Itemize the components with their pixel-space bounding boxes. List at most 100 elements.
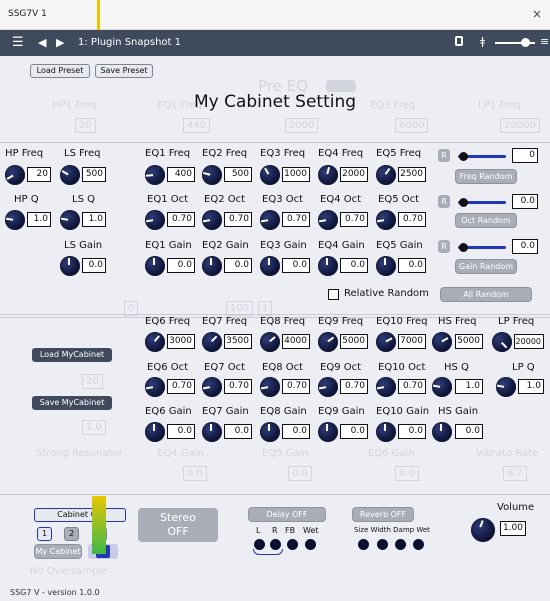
eq8-freq-value[interactable]: 4000	[282, 334, 310, 349]
eq9-oct-value[interactable]: 0.70	[340, 379, 368, 394]
ls-q-knob[interactable]	[60, 210, 80, 230]
eq10-gain-knob[interactable]	[376, 422, 396, 442]
eq2-gain-value[interactable]: 0.0	[224, 258, 252, 273]
eq4-oct-knob[interactable]	[318, 210, 338, 230]
gain-random-toggle[interactable]: R	[438, 240, 450, 253]
save-mycabinet-button[interactable]: Save MyCabinet	[32, 396, 112, 410]
close-icon[interactable]: ×	[532, 7, 542, 21]
eq3-oct-value[interactable]: 0.70	[282, 212, 310, 227]
eq10-oct-knob[interactable]	[376, 377, 396, 397]
hs-freq-value[interactable]: 5000	[455, 334, 483, 349]
eq7-freq-value[interactable]: 3500	[224, 334, 252, 349]
freq-random-thumb[interactable]	[459, 152, 468, 161]
ls-freq-value[interactable]: 500	[82, 167, 106, 182]
lp-q-knob[interactable]	[496, 377, 516, 397]
stereo-toggle-button[interactable]: Stereo OFF	[138, 508, 218, 542]
eq6-gain-knob[interactable]	[145, 422, 165, 442]
eq4-freq-knob[interactable]	[318, 165, 338, 185]
settings-sliders-icon[interactable]: ☰	[12, 35, 24, 50]
eq7-gain-knob[interactable]	[202, 422, 222, 442]
gain-random-button[interactable]: Gain Random	[455, 259, 517, 274]
eq6-freq-value[interactable]: 3000	[167, 334, 195, 349]
hs-q-value[interactable]: 1.0	[455, 379, 483, 394]
eq3-gain-value[interactable]: 0.0	[282, 258, 310, 273]
reverb-width-knob[interactable]	[377, 539, 388, 550]
eq4-gain-value[interactable]: 0.0	[340, 258, 368, 273]
eq3-gain-knob[interactable]	[260, 256, 280, 276]
eq10-oct-value[interactable]: 0.70	[398, 379, 426, 394]
hs-freq-knob[interactable]	[432, 332, 452, 352]
cabinet-on-button[interactable]: Cabinet ON	[34, 508, 126, 522]
eq8-oct-knob[interactable]	[260, 377, 280, 397]
eq3-freq-knob[interactable]	[260, 165, 280, 185]
eq8-oct-value[interactable]: 0.70	[282, 379, 310, 394]
eq9-gain-value[interactable]: 0.0	[340, 424, 368, 439]
eq1-freq-knob[interactable]	[145, 165, 165, 185]
gain-random-thumb[interactable]	[459, 243, 468, 252]
eq5-freq-value[interactable]: 2500	[398, 167, 426, 182]
tuning-fork-icon[interactable]: ǂ	[480, 35, 485, 48]
eq2-oct-value[interactable]: 0.70	[224, 212, 252, 227]
eq6-oct-value[interactable]: 0.70	[167, 379, 195, 394]
freq-random-button[interactable]: Freq Random	[455, 169, 517, 184]
delay-toggle-button[interactable]: Delay OFF	[248, 507, 326, 522]
eq9-freq-knob[interactable]	[318, 332, 338, 352]
eq8-gain-value[interactable]: 0.0	[282, 424, 310, 439]
eq1-oct-knob[interactable]	[145, 210, 165, 230]
eq9-freq-value[interactable]: 5000	[340, 334, 368, 349]
lock-icon[interactable]	[455, 36, 463, 46]
ls-gain-knob[interactable]	[60, 256, 80, 276]
host-volume-thumb[interactable]	[521, 38, 530, 47]
eq2-gain-knob[interactable]	[202, 256, 222, 276]
eq3-oct-knob[interactable]	[260, 210, 280, 230]
eq7-gain-value[interactable]: 0.0	[224, 424, 252, 439]
gain-random-value[interactable]: 0.0	[512, 239, 538, 254]
next-snapshot-icon[interactable]: ▶	[56, 36, 64, 49]
eq2-freq-knob[interactable]	[202, 165, 222, 185]
freq-random-value[interactable]: 0	[512, 148, 538, 163]
all-random-button[interactable]: All Random	[440, 287, 532, 302]
eq3-freq-value[interactable]: 1000	[282, 167, 310, 182]
eq2-freq-value[interactable]: 500	[224, 167, 252, 182]
eq9-gain-knob[interactable]	[318, 422, 338, 442]
eq7-freq-knob[interactable]	[202, 332, 222, 352]
eq7-oct-value[interactable]: 0.70	[224, 379, 252, 394]
oct-random-toggle[interactable]: R	[438, 195, 450, 208]
ls-freq-knob[interactable]	[60, 165, 80, 185]
eq8-gain-knob[interactable]	[260, 422, 280, 442]
snapshot-name[interactable]: 1: Plugin Snapshot 1	[78, 37, 181, 48]
eq1-gain-knob[interactable]	[145, 256, 165, 276]
eq10-freq-value[interactable]: 7000	[398, 334, 426, 349]
hs-gain-knob[interactable]	[432, 422, 452, 442]
eq5-gain-value[interactable]: 0.0	[398, 258, 426, 273]
eq7-oct-knob[interactable]	[202, 377, 222, 397]
reverb-toggle-button[interactable]: Reverb OFF	[352, 507, 414, 522]
eq5-oct-knob[interactable]	[376, 210, 396, 230]
volume-knob[interactable]	[471, 518, 495, 542]
eq6-freq-knob[interactable]	[145, 332, 165, 352]
eq4-gain-knob[interactable]	[318, 256, 338, 276]
load-mycabinet-button[interactable]: Load MyCabinet	[32, 348, 112, 362]
oct-random-button[interactable]: Oct Random	[455, 213, 517, 228]
save-preset-button[interactable]: Save Preset	[95, 64, 153, 78]
oct-random-value[interactable]: 0.0	[512, 194, 538, 209]
eq1-oct-value[interactable]: 0.70	[167, 212, 195, 227]
pre-eq-toggle[interactable]	[326, 80, 356, 92]
ls-gain-value[interactable]: 0.0	[82, 258, 106, 273]
hs-gain-value[interactable]: 0.0	[455, 424, 483, 439]
eq5-freq-knob[interactable]	[376, 165, 396, 185]
eq10-freq-knob[interactable]	[376, 332, 396, 352]
lp-freq-knob[interactable]	[492, 332, 512, 352]
hp-q-knob[interactable]	[5, 210, 25, 230]
volume-value[interactable]: 1.00	[500, 521, 526, 536]
relative-random-checkbox[interactable]	[328, 289, 339, 300]
oct-random-thumb[interactable]	[459, 198, 468, 207]
eq9-oct-knob[interactable]	[318, 377, 338, 397]
lp-q-value[interactable]: 1.0	[518, 379, 544, 394]
eq5-oct-value[interactable]: 0.70	[398, 212, 426, 227]
prev-snapshot-icon[interactable]: ◀	[38, 36, 46, 49]
reverb-damp-knob[interactable]	[395, 539, 406, 550]
hp-freq-value[interactable]: 20	[27, 167, 51, 182]
menu-icon[interactable]: ≡	[540, 35, 549, 48]
eq1-freq-value[interactable]: 400	[167, 167, 195, 182]
